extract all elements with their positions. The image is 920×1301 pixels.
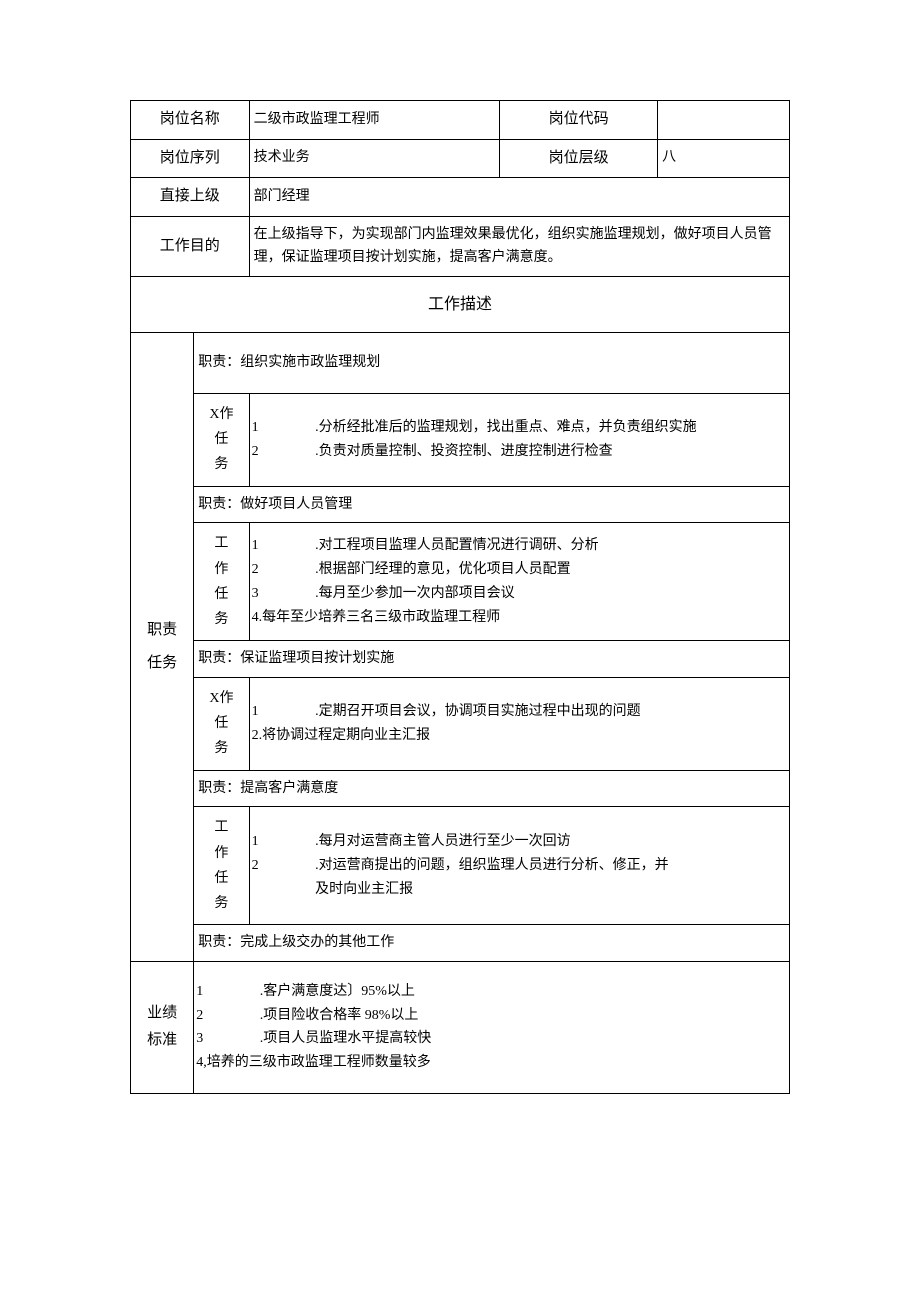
value-position-code <box>658 101 790 140</box>
perf-label: 业绩 标准 <box>131 961 194 1093</box>
duty1-task-content: 1 2 .分析经批准后的监理规划，找出重点、难点，并负责组织实施 .负责对质量控… <box>249 394 789 487</box>
duty1-nums: 1 2 <box>252 416 312 464</box>
duty2-nums: 1 2 3 <box>252 534 312 605</box>
row-duty3-tasks: X作 任 务 1 .定期召开项目会议，协调项目实施过程中出现的问题 2.将协调过… <box>131 677 790 770</box>
label-position-seq: 岗位序列 <box>131 139 250 178</box>
row-duty5-title: 职责：完成上级交办的其他工作 <box>131 925 790 962</box>
row-position-name: 岗位名称 二级市政监理工程师 岗位代码 <box>131 101 790 140</box>
row-purpose: 工作目的 在上级指导下，为实现部门内监理效果最优化，组织实施监理规划，做好项目人… <box>131 216 790 277</box>
row-duty2-title: 职责：做好项目人员管理 <box>131 486 790 523</box>
duty3-line2: 2.将协调过程定期向业主汇报 <box>252 724 785 748</box>
value-position-seq: 技术业务 <box>249 139 499 178</box>
duty3-txt1: .定期召开项目会议，协调项目实施过程中出现的问题 <box>315 700 641 724</box>
row-duty3-title: 职责：保证监理项目按计划实施 <box>131 641 790 678</box>
label-position-level: 岗位层级 <box>500 139 658 178</box>
row-duty4-title: 职责：提高客户满意度 <box>131 770 790 807</box>
duty4-title: 职责：提高客户满意度 <box>194 770 790 807</box>
duty3-nums: 1 <box>252 700 312 724</box>
row-position-seq: 岗位序列 技术业务 岗位层级 八 <box>131 139 790 178</box>
perf-line4: 4,培养的三级市政监理工程师数量较多 <box>196 1051 785 1075</box>
row-duty2-tasks: 工 作 任 务 1 2 3 .对工程项目监理人员配置情况进行调研、分析 .根据部… <box>131 523 790 641</box>
value-position-level: 八 <box>658 139 790 178</box>
row-supervisor: 直接上级 部门经理 <box>131 178 790 217</box>
duty4-txts: .每月对运营商主管人员进行至少一次回访 .对运营商提出的问题，组织监理人员进行分… <box>315 830 675 901</box>
duty5-title: 职责：完成上级交办的其他工作 <box>194 925 790 962</box>
duty3-title: 职责：保证监理项目按计划实施 <box>194 641 790 678</box>
desc-title: 工作描述 <box>131 277 790 333</box>
duty3-task-label: X作 任 务 <box>194 677 249 770</box>
duty2-title: 职责：做好项目人员管理 <box>194 486 790 523</box>
duty4-nums: 1 2 <box>252 830 312 878</box>
label-purpose: 工作目的 <box>131 216 250 277</box>
row-duty1-title: 职责 任务 职责：组织实施市政监理规划 <box>131 333 790 394</box>
perf-nums: 1 2 3 <box>196 980 256 1051</box>
side-duty-label: 职责 任务 <box>131 333 194 962</box>
row-performance: 业绩 标准 1 2 3 .客户满意度达〕95%以上 .项目险收合格率 98%以上… <box>131 961 790 1093</box>
job-description-table: 岗位名称 二级市政监理工程师 岗位代码 岗位序列 技术业务 岗位层级 八 直接上… <box>130 100 790 1094</box>
label-position-name: 岗位名称 <box>131 101 250 140</box>
value-position-name: 二级市政监理工程师 <box>249 101 499 140</box>
duty4-task-content: 1 2 .每月对运营商主管人员进行至少一次回访 .对运营商提出的问题，组织监理人… <box>249 807 789 925</box>
duty1-txts: .分析经批准后的监理规划，找出重点、难点，并负责组织实施 .负责对质量控制、投资… <box>315 416 697 464</box>
duty3-task-content: 1 .定期召开项目会议，协调项目实施过程中出现的问题 2.将协调过程定期向业主汇… <box>249 677 789 770</box>
row-duty4-tasks: 工 作 任 务 1 2 .每月对运营商主管人员进行至少一次回访 .对运营商提出的… <box>131 807 790 925</box>
duty2-task-content: 1 2 3 .对工程项目监理人员配置情况进行调研、分析 .根据部门经理的意见，优… <box>249 523 789 641</box>
value-supervisor: 部门经理 <box>249 178 789 217</box>
duty2-task-label: 工 作 任 务 <box>194 523 249 641</box>
value-purpose: 在上级指导下，为实现部门内监理效果最优化，组织实施监理规划，做好项目人员管理，保… <box>249 216 789 277</box>
duty2-line4: 4.每年至少培养三名三级市政监理工程师 <box>252 606 785 630</box>
label-position-code: 岗位代码 <box>500 101 658 140</box>
duty2-txts: .对工程项目监理人员配置情况进行调研、分析 .根据部门经理的意见，优化项目人员配… <box>315 534 599 605</box>
duty1-title: 职责：组织实施市政监理规划 <box>194 333 790 394</box>
label-supervisor: 直接上级 <box>131 178 250 217</box>
duty1-task-label: X作 任 务 <box>194 394 249 487</box>
perf-content: 1 2 3 .客户满意度达〕95%以上 .项目险收合格率 98%以上 .项目人员… <box>194 961 790 1093</box>
row-desc-title: 工作描述 <box>131 277 790 333</box>
duty4-task-label: 工 作 任 务 <box>194 807 249 925</box>
row-duty1-tasks: X作 任 务 1 2 .分析经批准后的监理规划，找出重点、难点，并负责组织实施 … <box>131 394 790 487</box>
perf-txts: .客户满意度达〕95%以上 .项目险收合格率 98%以上 .项目人员监理水平提高… <box>260 980 432 1051</box>
